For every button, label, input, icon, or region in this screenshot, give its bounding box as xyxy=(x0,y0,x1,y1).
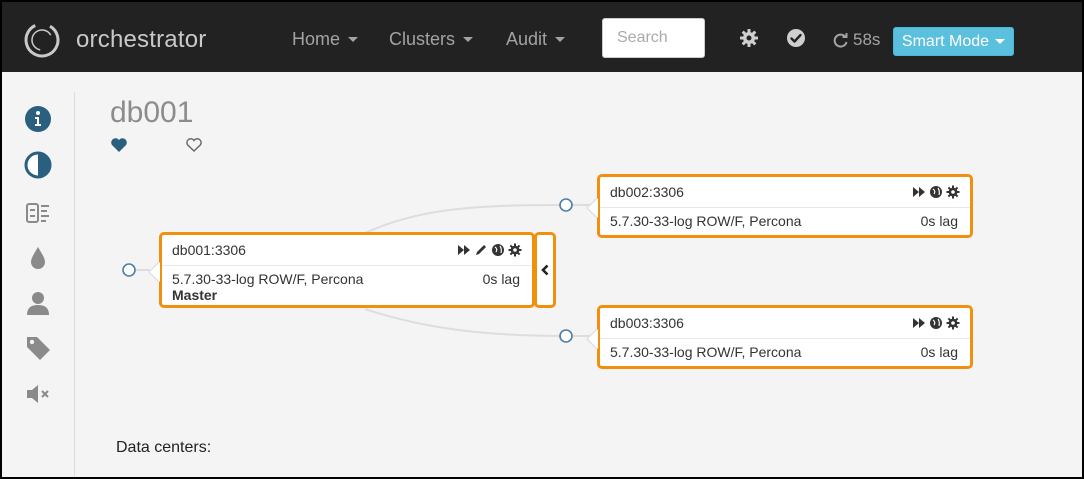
drop-target-db002[interactable] xyxy=(558,197,574,213)
replication-lag: 0s lag xyxy=(920,213,958,229)
node-toolbar xyxy=(912,185,960,199)
node-body: 5.7.30-33-log ROW/F, Percona 0s lag Mast… xyxy=(162,266,532,308)
instance-name[interactable]: db002:3306 xyxy=(610,184,684,200)
fast-forward-icon[interactable] xyxy=(457,243,471,257)
instance-role: Master xyxy=(172,287,218,303)
fast-forward-icon[interactable] xyxy=(912,185,926,199)
instance-name[interactable]: db001:3306 xyxy=(172,242,246,258)
node-body: 5.7.30-33-log ROW/F, Percona 0s lag xyxy=(600,208,970,234)
instance-version: 5.7.30-33-log ROW/F, Percona xyxy=(610,213,802,229)
chevron-left-icon xyxy=(541,264,549,276)
node-header: db001:3306 xyxy=(162,235,532,266)
instance-node-db002[interactable]: db002:3306 5.7.30-33-log ROW/F, Percona … xyxy=(586,174,973,238)
gear-icon[interactable] xyxy=(946,316,960,330)
instance-name[interactable]: db003:3306 xyxy=(610,315,684,331)
gear-icon[interactable] xyxy=(508,243,522,257)
globe-icon[interactable] xyxy=(929,185,943,199)
collapse-replicas-button[interactable] xyxy=(534,232,556,308)
pencil-icon[interactable] xyxy=(474,243,488,257)
instance-node-db001[interactable]: db001:3306 5.7.30-33-log ROW/F, Percona … xyxy=(148,232,535,308)
app-frame: orchestrator Home Clusters Audit Search … xyxy=(2,2,1082,477)
node-body: 5.7.30-33-log ROW/F, Percona 0s lag xyxy=(600,339,970,365)
node-toolbar xyxy=(457,243,522,257)
replication-lag: 0s lag xyxy=(920,344,958,360)
instance-version: 5.7.30-33-log ROW/F, Percona xyxy=(610,344,802,360)
replication-lag: 0s lag xyxy=(482,271,520,287)
instance-version: 5.7.30-33-log ROW/F, Percona xyxy=(172,271,364,287)
fast-forward-icon[interactable] xyxy=(912,316,926,330)
globe-icon[interactable] xyxy=(929,316,943,330)
node-pointer xyxy=(588,329,598,349)
node-header: db003:3306 xyxy=(600,308,970,339)
node-pointer xyxy=(150,262,160,282)
drop-target-db001[interactable] xyxy=(121,262,137,278)
data-centers-label: Data centers: xyxy=(116,439,212,456)
globe-icon[interactable] xyxy=(491,243,505,257)
drop-target-db003[interactable] xyxy=(558,328,574,344)
gear-icon[interactable] xyxy=(946,185,960,199)
instance-node-db003[interactable]: db003:3306 5.7.30-33-log ROW/F, Percona … xyxy=(586,305,973,369)
node-header: db002:3306 xyxy=(600,177,970,208)
node-pointer xyxy=(588,198,598,218)
node-toolbar xyxy=(912,316,960,330)
